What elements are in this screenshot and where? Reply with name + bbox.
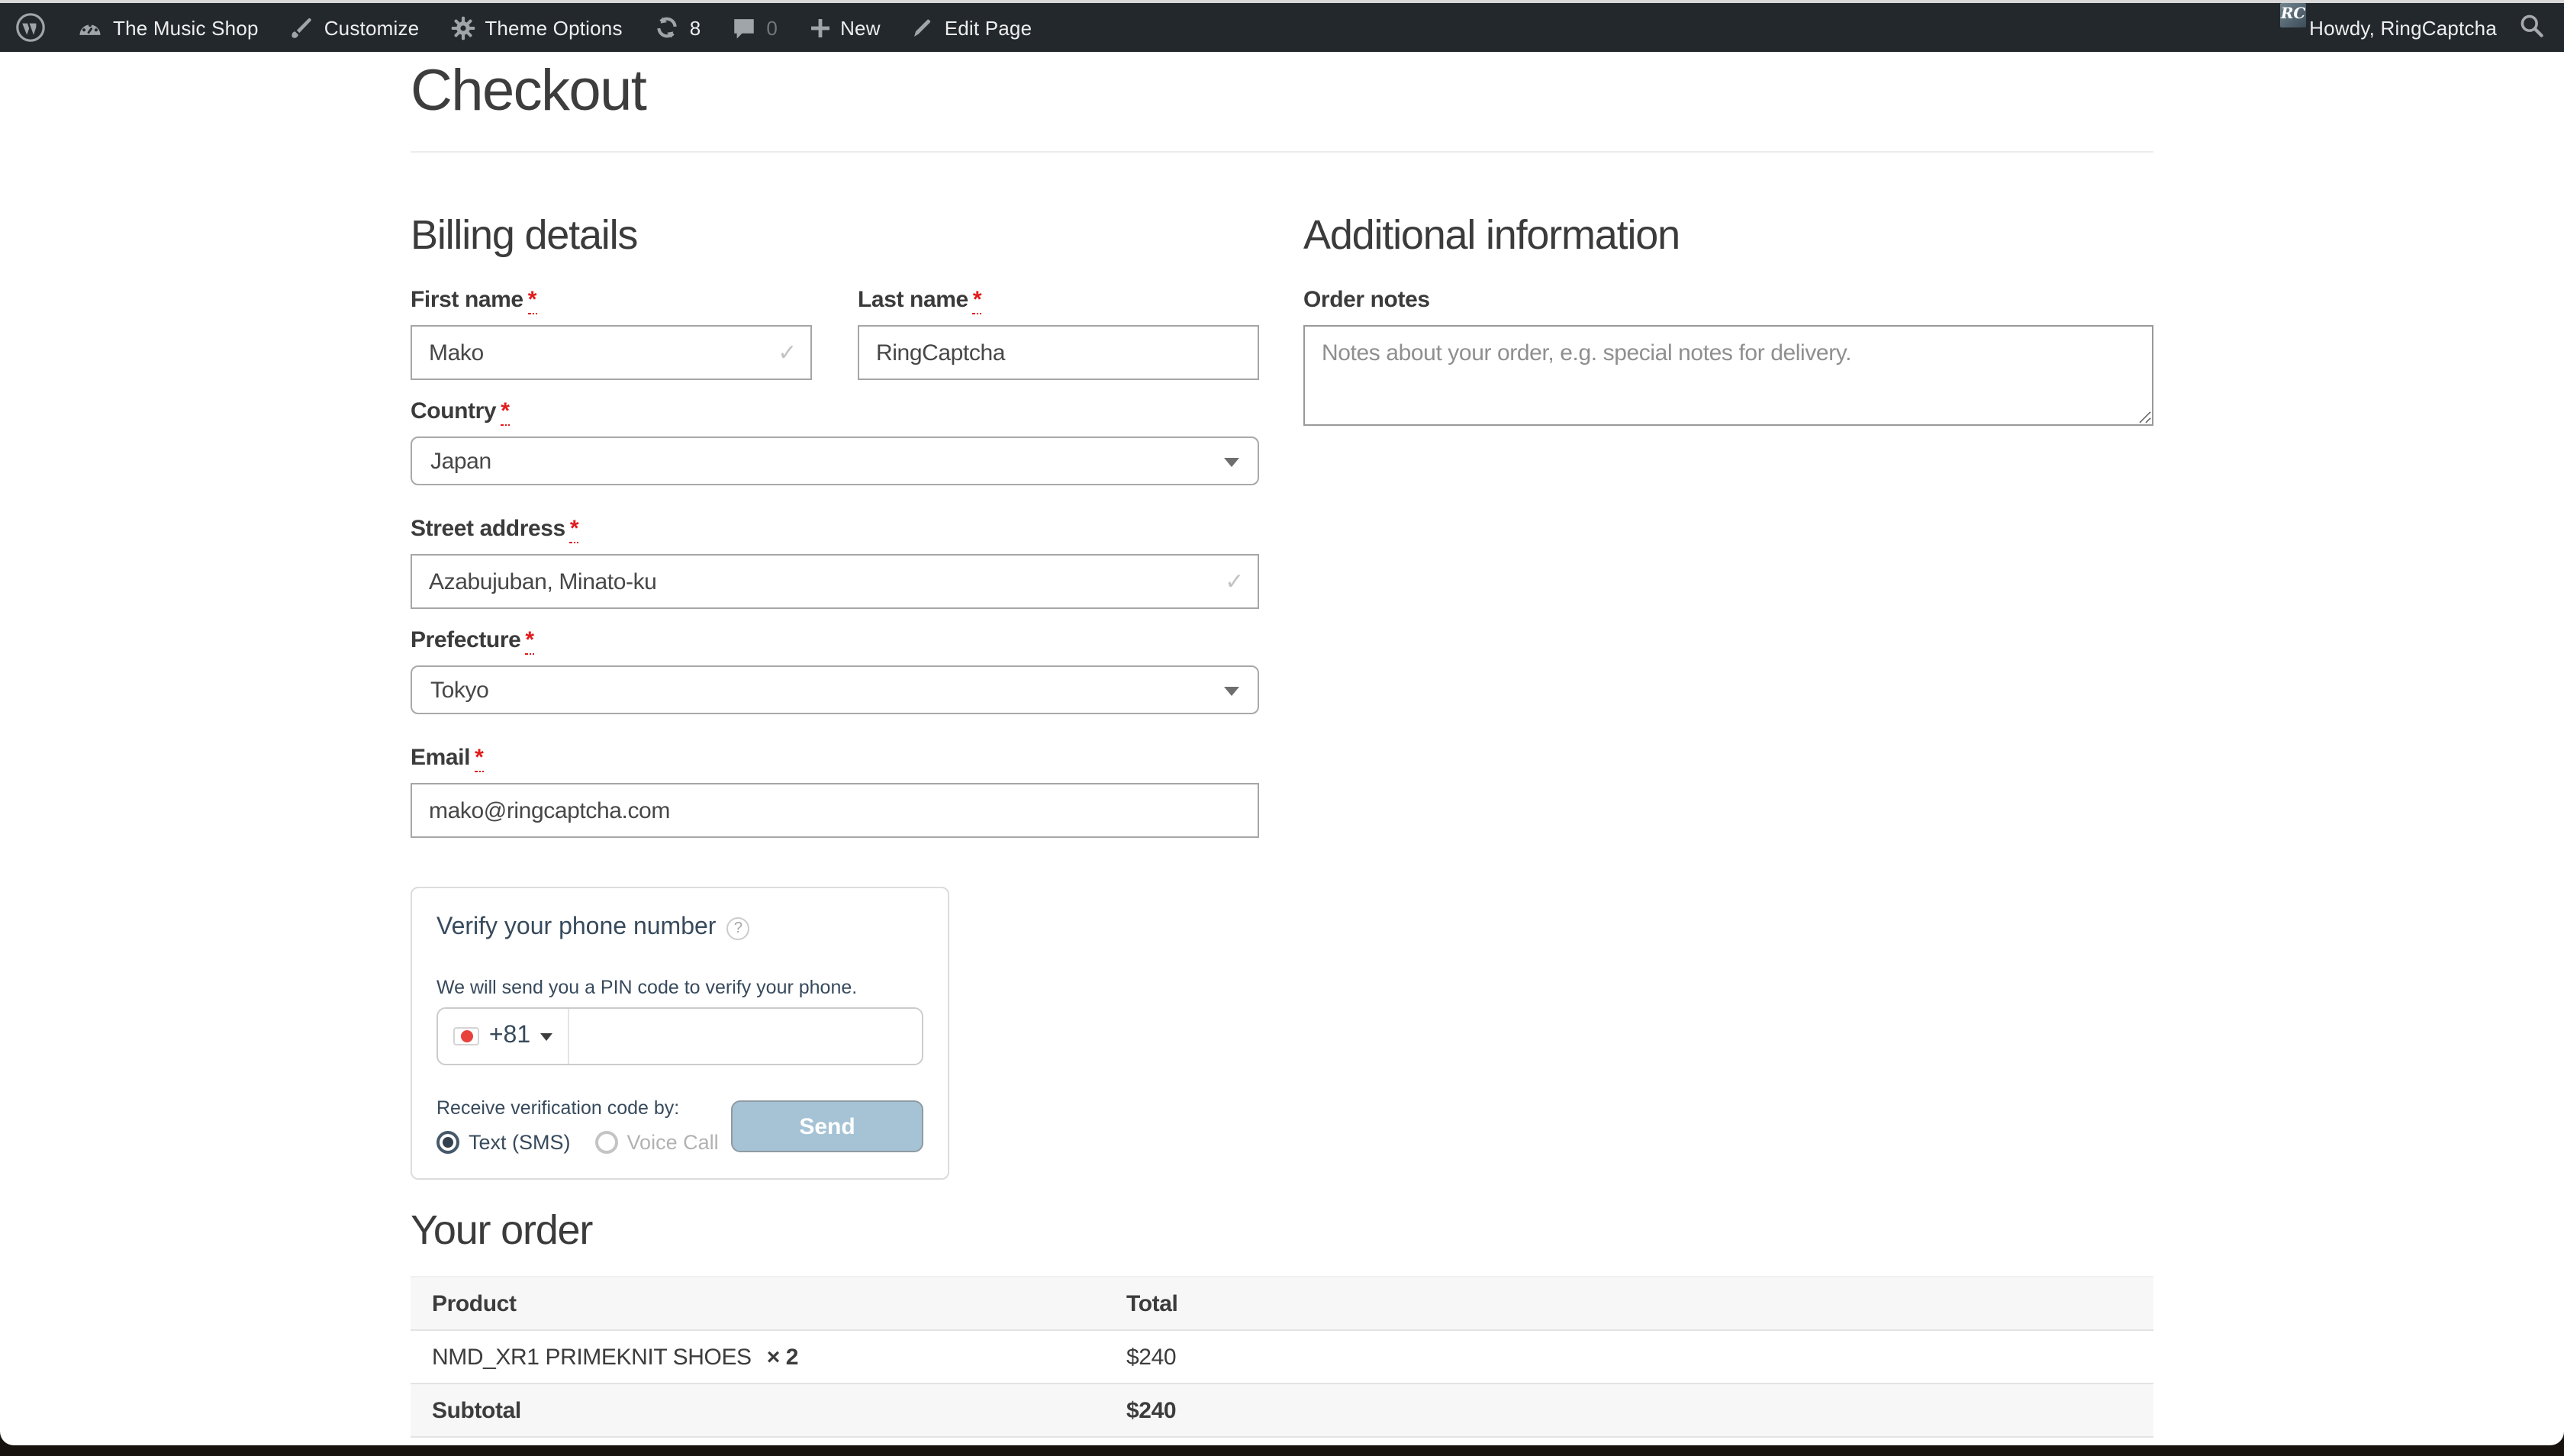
chevron-down-icon: [1224, 687, 1239, 696]
theme-options-menu[interactable]: Theme Options: [434, 3, 637, 52]
phone-widget-title: Verify your phone number: [436, 914, 716, 942]
wp-admin-bar: The Music Shop Customize Theme Options 8…: [0, 3, 2564, 52]
theme-options-label: Theme Options: [485, 16, 622, 39]
checkout-page: Checkout Billing details First name* ✓: [0, 52, 2564, 1445]
user-avatar[interactable]: RC: [2280, 3, 2306, 27]
adminbar-search-button[interactable]: [2512, 11, 2564, 43]
street-address-label: Street address*: [411, 516, 1259, 542]
prefecture-label: Prefecture*: [411, 627, 1259, 653]
product-total: $240: [1105, 1330, 2153, 1384]
updates-refresh-icon: [653, 14, 681, 41]
search-icon: [2518, 11, 2546, 43]
country-label: Country*: [411, 398, 1259, 424]
radio-voice-call-label[interactable]: Voice Call: [627, 1131, 719, 1154]
phone-number-input[interactable]: +81: [436, 1007, 923, 1065]
title-divider: [411, 151, 2153, 153]
updates-menu[interactable]: 8: [638, 3, 717, 52]
email-label: Email*: [411, 745, 1259, 771]
comments-bubble-icon: [731, 14, 757, 40]
last-name-label: Last name*: [858, 287, 1259, 313]
valid-check-icon: ✓: [778, 339, 797, 366]
prefecture-select[interactable]: Tokyo: [411, 665, 1259, 714]
japan-flag-icon: [454, 1027, 480, 1045]
send-button[interactable]: Send: [731, 1100, 923, 1152]
radio-voice-call[interactable]: Voice Call: [595, 1131, 719, 1154]
product-quantity: × 2: [767, 1344, 798, 1370]
edit-pencil-icon: [911, 15, 936, 40]
help-icon[interactable]: ?: [726, 916, 749, 939]
billing-heading: Billing details: [411, 214, 1259, 256]
site-name-menu[interactable]: The Music Shop: [61, 3, 274, 52]
email-input[interactable]: [411, 783, 1259, 838]
required-asterisk: *: [570, 516, 578, 543]
required-asterisk: *: [528, 287, 536, 314]
comments-count: 0: [766, 16, 778, 39]
customize-label: Customize: [324, 16, 420, 39]
order-notes-textarea[interactable]: [1303, 325, 2153, 426]
total-row: Total $240: [411, 1437, 2153, 1445]
radio-text-sms-label[interactable]: Text (SMS): [469, 1131, 571, 1154]
subtotal-label: Subtotal: [411, 1384, 1105, 1437]
product-column-header: Product: [411, 1277, 1105, 1330]
howdy-account-menu[interactable]: Howdy, RingCaptcha: [2309, 16, 2497, 39]
chevron-down-icon: [1224, 458, 1239, 467]
plus-icon: [808, 16, 831, 39]
dashboard-gauge-icon: [76, 14, 104, 41]
total-value: $240: [1105, 1437, 2153, 1445]
additional-info-heading: Additional information: [1303, 214, 2153, 256]
chevron-down-icon: [540, 1032, 552, 1040]
total-label: Total: [411, 1437, 1105, 1445]
wp-logo-menu[interactable]: [0, 3, 61, 52]
order-review-table: Product Total NMD_XR1 PRIMEKNIT SHOES × 2…: [411, 1276, 2153, 1445]
your-order-heading: Your order: [411, 1209, 2153, 1251]
first-name-label: First name*: [411, 287, 812, 313]
order-notes-label: Order notes: [1303, 287, 2153, 313]
street-address-input[interactable]: [411, 554, 1259, 609]
wordpress-logo-icon: [15, 12, 46, 43]
order-table-header: Product Total: [411, 1277, 2153, 1330]
gear-icon: [449, 14, 475, 40]
adminbar-right: RC Howdy, RingCaptcha: [2280, 3, 2564, 52]
last-name-input[interactable]: [858, 325, 1259, 380]
phone-verification-widget: Verify your phone number ? We will send …: [411, 887, 949, 1180]
customize-brush-icon: [289, 14, 315, 40]
required-asterisk: *: [475, 745, 483, 772]
total-column-header: Total: [1105, 1277, 2153, 1330]
edit-page-menu[interactable]: Edit Page: [896, 3, 1048, 52]
required-asterisk: *: [525, 627, 533, 655]
new-content-menu[interactable]: New: [793, 3, 896, 52]
country-code-value: +81: [489, 1023, 530, 1050]
required-asterisk: *: [973, 287, 981, 314]
receive-code-label: Receive verification code by:: [436, 1097, 719, 1119]
country-select[interactable]: Japan: [411, 436, 1259, 485]
subtotal-value: $240: [1105, 1384, 2153, 1437]
new-label: New: [840, 16, 881, 39]
product-name: NMD_XR1 PRIMEKNIT SHOES: [432, 1344, 752, 1370]
page-title: Checkout: [411, 52, 2153, 125]
first-name-input[interactable]: [411, 325, 812, 380]
country-code-dropdown[interactable]: +81: [438, 1009, 569, 1064]
customize-menu[interactable]: Customize: [274, 3, 435, 52]
updates-count: 8: [690, 16, 701, 39]
edit-page-label: Edit Page: [945, 16, 1032, 39]
phone-widget-subtitle: We will send you a PIN code to verify yo…: [436, 977, 923, 998]
required-asterisk: *: [501, 398, 509, 426]
order-item-row: NMD_XR1 PRIMEKNIT SHOES × 2 $240: [411, 1330, 2153, 1384]
radio-unselected-icon[interactable]: [595, 1131, 618, 1154]
radio-text-sms[interactable]: Text (SMS): [436, 1131, 571, 1154]
site-name-label: The Music Shop: [113, 16, 259, 39]
radio-selected-icon[interactable]: [436, 1131, 459, 1154]
comments-menu[interactable]: 0: [716, 3, 793, 52]
subtotal-row: Subtotal $240: [411, 1384, 2153, 1437]
valid-check-icon: ✓: [1225, 568, 1244, 595]
